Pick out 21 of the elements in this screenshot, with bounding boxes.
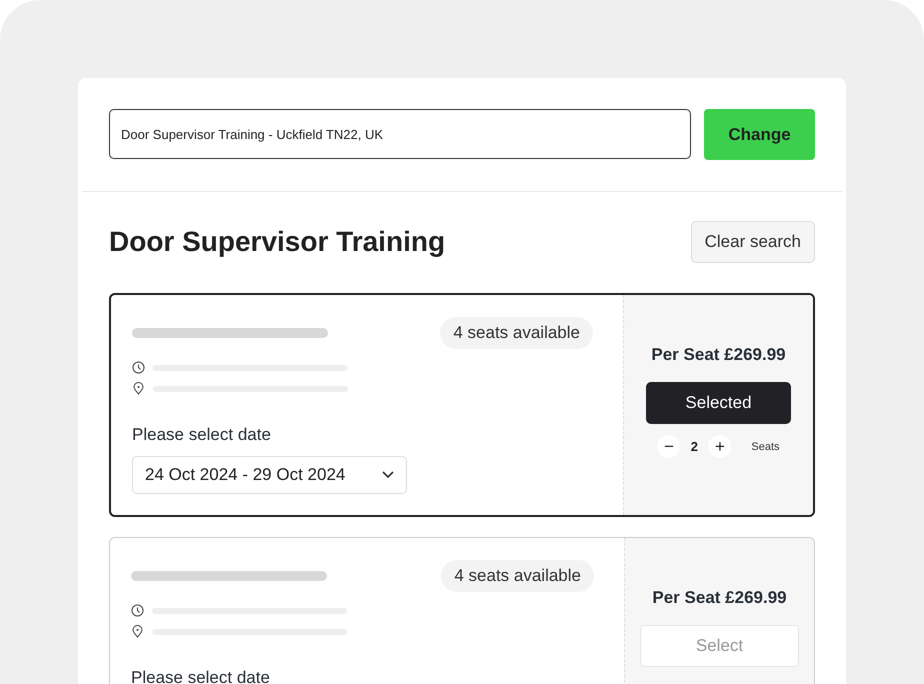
seat-price: Per Seat £269.99 [652,588,787,608]
date-label: Please select date [132,425,272,445]
select-button[interactable]: Selected [646,382,791,424]
location-pin-icon [131,625,144,638]
search-field[interactable]: Door Supervisor Training - Uckfield TN22, UK [109,109,691,159]
seat-price: Per Seat £269.99 [651,345,786,365]
clock-icon [132,361,145,374]
clock-icon [131,604,144,617]
page-title: Door Supervisor Training [109,226,446,258]
date-dropdown[interactable]: 24 Oct 2024 - 29 Oct 2024 [132,456,407,494]
clear-search-button[interactable]: Clear search [690,221,815,263]
location-pin-icon [132,382,145,395]
availability-badge: 4 seats available [440,317,593,349]
availability-badge: 4 seats available [441,560,594,592]
seats-label: Seats [751,440,780,452]
increase-button[interactable]: + [708,435,732,458]
decrease-button[interactable]: − [657,435,680,458]
change-button[interactable]: Change [704,109,815,160]
date-label: Please select date [131,668,271,684]
seat-count: 2 [690,439,700,454]
chevron-down-icon [382,471,394,479]
